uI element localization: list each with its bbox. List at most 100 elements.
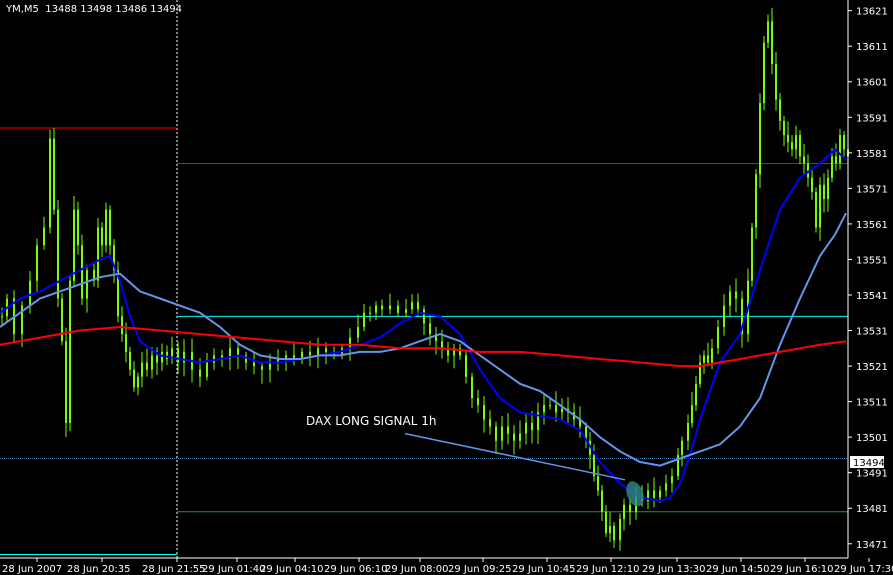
candle-body — [707, 355, 709, 363]
candle-body — [411, 302, 413, 310]
x-tick-label: 29 Jun 06:10 — [324, 564, 388, 575]
candle-body — [206, 362, 208, 377]
candle-body — [146, 362, 148, 370]
candle-body — [29, 280, 31, 306]
candle-body — [803, 156, 805, 164]
candle-body — [369, 312, 371, 314]
candle-body — [597, 476, 599, 491]
candle-body — [86, 270, 88, 299]
candle-body — [325, 348, 327, 352]
candle-body — [513, 433, 515, 441]
candle-body — [561, 408, 563, 413]
candle-body — [429, 323, 431, 335]
x-tick-label: 29 Jun 08:00 — [385, 564, 449, 575]
candle-body — [767, 21, 769, 43]
candle-body — [1, 316, 3, 318]
candle-body — [129, 351, 131, 370]
candle-body — [101, 227, 103, 246]
y-tick-label: 13611 — [856, 42, 888, 53]
symbol-info: YM,M5 13488 13498 13486 13494 — [6, 4, 183, 15]
candle-body — [507, 426, 509, 434]
candle-body — [735, 291, 737, 299]
candle-body — [375, 305, 377, 313]
candle-body — [823, 184, 825, 200]
candle-body — [36, 245, 38, 281]
candle-body — [417, 302, 419, 310]
x-tick-label: 29 Jun 14:50 — [706, 564, 770, 575]
candle-body — [787, 135, 789, 143]
y-tick-label: 13531 — [856, 327, 888, 338]
candle-body — [795, 135, 797, 150]
y-tick-label: 13471 — [856, 540, 888, 551]
candle-body — [423, 309, 425, 324]
candle-body — [799, 135, 801, 157]
candle-body — [465, 355, 467, 377]
x-tick-label: 29 Jun 13:30 — [642, 564, 706, 575]
candle-body — [531, 422, 533, 431]
candle-body — [543, 405, 545, 413]
y-tick-label: 13511 — [856, 398, 888, 409]
y-tick-label: 13621 — [856, 7, 888, 18]
candle-body — [357, 326, 359, 338]
candle-body — [397, 305, 399, 313]
y-tick-label: 13521 — [856, 362, 888, 373]
candle-body — [779, 99, 781, 121]
candle-body — [619, 518, 621, 541]
candle-body — [831, 156, 833, 178]
candle-body — [97, 227, 99, 281]
candle-body — [69, 280, 71, 423]
candle-body — [665, 483, 667, 491]
candle-body — [363, 312, 365, 327]
candle-body — [141, 362, 143, 377]
candle-body — [177, 348, 179, 363]
candle-body — [659, 490, 661, 498]
candle-body — [441, 341, 443, 349]
price-chart[interactable]: 13621 13611 13601 13591 13581 13571 13561 13551… — [0, 0, 893, 575]
signal-annotation: DAX LONG SIGNAL 1h — [306, 414, 437, 428]
x-tick-label: 29 Jun 09:25 — [448, 564, 512, 575]
candle-body — [125, 334, 127, 352]
candle-body — [843, 135, 845, 150]
x-tick-label: 28 Jun 2007 — [2, 564, 62, 575]
candle-body — [121, 316, 123, 335]
x-tick-label: 29 Jun 10:45 — [512, 564, 576, 575]
x-tick-label: 29 Jun 17:30 — [834, 564, 893, 575]
candle-body — [501, 426, 503, 441]
candle-body — [729, 291, 731, 306]
candle-body — [156, 355, 158, 363]
candle-body — [53, 138, 55, 210]
candle-body — [43, 227, 45, 246]
candle-body — [77, 209, 79, 246]
candle-body — [703, 355, 705, 363]
candle-body — [623, 504, 625, 519]
y-tick-label: 13501 — [856, 433, 888, 444]
candle-body — [57, 209, 59, 299]
candle-body — [105, 209, 107, 246]
candle-body — [65, 341, 67, 423]
y-tick-label: 13541 — [856, 291, 888, 302]
candle-body — [483, 405, 485, 420]
candle-body — [199, 369, 201, 377]
candle-body — [471, 376, 473, 399]
y-tick-label: 13561 — [856, 220, 888, 231]
candle-body — [711, 348, 713, 363]
candle-body — [519, 433, 521, 441]
y-tick-label: 13601 — [856, 78, 888, 89]
candle-body — [555, 405, 557, 413]
candle-body — [183, 351, 185, 363]
x-tick-label: 29 Jun 16:10 — [770, 564, 834, 575]
chart-background — [0, 0, 893, 575]
candle-body — [495, 426, 497, 441]
candle-body — [609, 526, 611, 534]
x-tick-label: 28 Jun 20:35 — [67, 564, 131, 575]
y-tick-label: 13551 — [856, 255, 888, 266]
candle-body — [489, 419, 491, 427]
candle-body — [477, 398, 479, 406]
candle-body — [811, 177, 813, 192]
candle-body — [723, 305, 725, 327]
candle-body — [819, 184, 821, 228]
candle-body — [687, 422, 689, 441]
candle-body — [161, 351, 163, 363]
candle-body — [166, 351, 168, 359]
candle-body — [755, 174, 757, 228]
